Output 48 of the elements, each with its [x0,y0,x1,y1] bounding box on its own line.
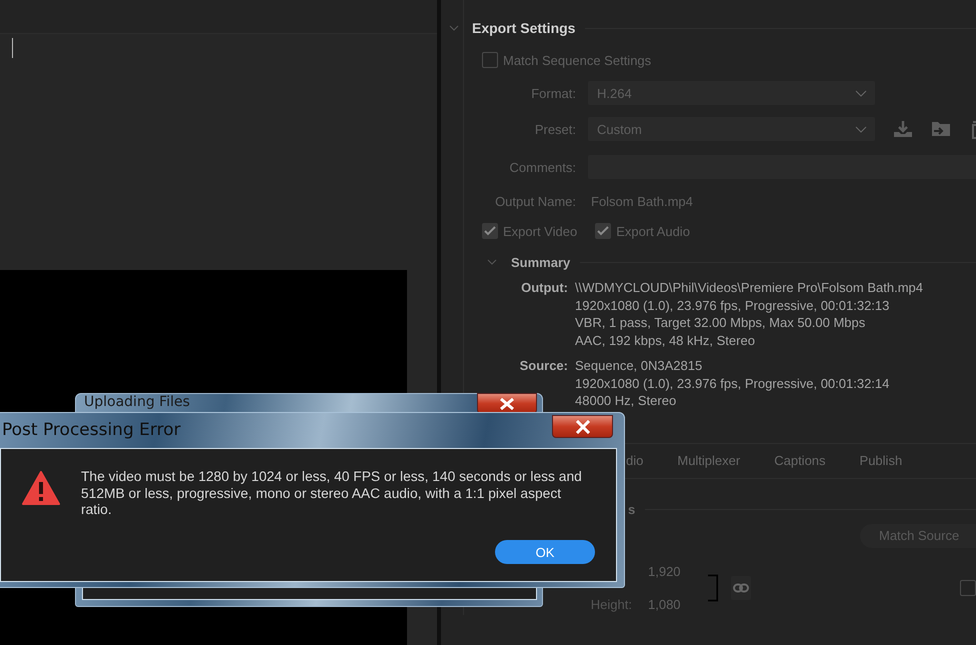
checkbox[interactable] [960,580,976,596]
bracket-icon [708,572,719,604]
checkbox-label: Export Audio [616,224,690,238]
warning-icon [22,471,60,505]
summary-line: 48000 Hz, Stereo [575,392,678,410]
field-label: Output Name: [494,194,576,208]
field-label: Comments: [508,160,576,174]
summary-line: VBR, 1 pass, Target 32.00 Mbps, Max 50.00 Mbps [575,314,866,332]
chevron-icon[interactable] [855,126,867,132]
output-name-value[interactable]: Folsom Bath.mp4 [588,194,693,208]
section-title: Export Settings [472,20,576,36]
tab[interactable]: Publish [860,453,902,468]
summary-line: 1920x1080 (1.0), 23.976 fps, Progressive, 00:01:32:13 [575,296,890,314]
window-title: Uploading Files [84,394,190,411]
import-icon[interactable] [931,120,951,138]
download-icon[interactable] [893,120,913,138]
close-button[interactable] [552,415,613,438]
error-message: The video must be 1280 by 1024 or less, 40 FPS or less, 140 seconds or less and 512MB or less, progressive, mono or stereo AAC audio, with a 1:1 pixel aspect ratio. [81,469,583,518]
close-button[interactable] [477,393,537,414]
link-button[interactable] [730,576,751,600]
checkbox[interactable] [595,223,612,239]
chevron-icon[interactable] [449,25,459,31]
checkbox-label: Match Sequence Settings [503,52,652,68]
summary-line: \\WDMYCLOUD\Phil\Videos\Premiere Pro\Folsom Bath.mp4 [575,279,923,296]
checkbox-label: Export Video [503,224,578,238]
field-label: Preset: [534,122,576,136]
tab[interactable]: Multiplexer [677,453,740,468]
summary-label: Output: [520,279,568,296]
section-title: Summary [511,254,570,270]
ok-button[interactable]: OK [495,540,595,564]
checkbox[interactable] [482,52,498,68]
dimension-value[interactable]: 1,080 [648,597,690,612]
chevron-icon[interactable] [487,259,497,265]
chevron-icon[interactable] [855,90,867,96]
window-title: Post Processing Error [2,420,181,440]
close-icon [498,398,516,410]
section-title: s [628,502,636,517]
tab[interactable]: dio [626,453,644,468]
summary-line: 1920x1080 (1.0), 23.976 fps, Progressive, 00:01:32:14 [575,374,890,392]
summary-label: Source: [518,357,568,374]
summary-line: AAC, 192 kbps, 48 kHz, Stereo [575,332,756,349]
text-cursor [12,38,13,58]
field-label: Format: [530,86,576,100]
summary-line: Sequence, 0N3A2815 [575,357,704,374]
checkbox[interactable] [482,223,498,239]
tab[interactable]: Captions [774,453,826,468]
link-icon [732,583,749,593]
dimension-value[interactable]: 1,920 [648,564,690,579]
